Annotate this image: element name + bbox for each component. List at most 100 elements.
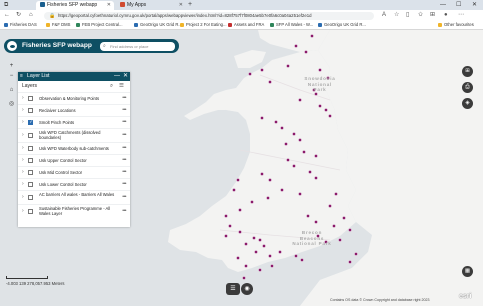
smolt-pinch-point-marker[interactable] bbox=[280, 126, 284, 130]
layer-more-icon[interactable]: ••• bbox=[122, 155, 126, 166]
smolt-pinch-point-marker[interactable] bbox=[348, 260, 352, 264]
layer-row[interactable]: › Usk WFD Catchments (dissolved boundari… bbox=[18, 128, 130, 142]
layer-checkbox[interactable] bbox=[28, 170, 33, 175]
smolt-pinch-point-marker[interactable] bbox=[314, 176, 318, 180]
layer-checkbox[interactable] bbox=[28, 158, 33, 163]
smolt-pinch-point-marker[interactable] bbox=[244, 264, 248, 268]
tab-close-icon[interactable]: ✕ bbox=[107, 1, 111, 10]
layer-checkbox[interactable] bbox=[28, 133, 33, 138]
layer-checkbox[interactable] bbox=[28, 108, 33, 113]
collections-icon[interactable]: ⊞ bbox=[430, 10, 435, 21]
layer-checkbox[interactable] bbox=[28, 195, 33, 200]
expand-chevron-icon[interactable]: › bbox=[22, 143, 24, 154]
favourites-icon[interactable]: ✩ bbox=[418, 10, 423, 21]
expand-chevron-icon[interactable]: › bbox=[22, 155, 24, 166]
smolt-pinch-point-marker[interactable] bbox=[252, 236, 256, 240]
smolt-pinch-point-marker[interactable] bbox=[280, 188, 284, 192]
smolt-pinch-point-marker[interactable] bbox=[334, 192, 338, 196]
layer-more-icon[interactable]: ••• bbox=[122, 191, 126, 204]
search-input[interactable]: ⌕ Find address or place bbox=[100, 41, 175, 51]
layer-row[interactable]: › Sustainable Fisheries Programme - All … bbox=[18, 204, 130, 218]
layer-checkbox-checked[interactable] bbox=[28, 119, 33, 125]
smolt-pinch-point-marker[interactable] bbox=[244, 242, 248, 246]
smolt-pinch-point-marker[interactable] bbox=[258, 268, 262, 272]
smolt-pinch-point-marker[interactable] bbox=[324, 108, 328, 112]
zoom-in-icon[interactable]: + bbox=[7, 62, 16, 71]
tab-my-apps[interactable]: My Apps ✕ bbox=[116, 1, 186, 10]
layer-more-icon[interactable]: ••• bbox=[122, 117, 126, 128]
zoom-out-icon[interactable]: − bbox=[7, 72, 16, 81]
smolt-pinch-point-marker[interactable] bbox=[354, 252, 358, 256]
layer-checkbox[interactable] bbox=[28, 96, 33, 101]
expand-chevron-icon[interactable]: › bbox=[22, 105, 24, 116]
settings-more-icon[interactable]: ⋯ bbox=[458, 10, 464, 21]
smolt-pinch-point-marker[interactable] bbox=[224, 234, 228, 238]
layer-more-icon[interactable]: ••• bbox=[122, 93, 126, 104]
smolt-pinch-point-marker[interactable] bbox=[238, 208, 242, 212]
smolt-pinch-point-marker[interactable] bbox=[286, 158, 290, 162]
layer-more-icon[interactable]: ••• bbox=[122, 143, 126, 154]
bookmark-item-other[interactable]: Other favourites bbox=[438, 21, 474, 29]
smolt-pinch-point-marker[interactable] bbox=[294, 44, 298, 48]
smolt-pinch-point-marker[interactable] bbox=[310, 34, 314, 38]
split-screen-icon[interactable]: ▯ bbox=[406, 10, 409, 21]
smolt-pinch-point-marker[interactable] bbox=[292, 132, 296, 136]
bookmark-item[interactable]: F&F DMS bbox=[46, 21, 70, 29]
smolt-pinch-point-marker[interactable] bbox=[258, 238, 262, 242]
layer-checkbox[interactable] bbox=[28, 146, 33, 151]
bookmark-item[interactable]: SFP All Wales - W... bbox=[270, 21, 313, 29]
measure-icon[interactable]: ◈ bbox=[462, 98, 473, 109]
smolt-pinch-point-marker[interactable] bbox=[342, 216, 346, 220]
smolt-pinch-point-marker[interactable] bbox=[318, 104, 322, 108]
smolt-pinch-point-marker[interactable] bbox=[304, 50, 308, 54]
smolt-pinch-point-marker[interactable] bbox=[298, 192, 302, 196]
layer-row[interactable]: › AC barriers All wales - Barriers All W… bbox=[18, 190, 130, 204]
bookmark-item[interactable]: Assets and FRA bbox=[228, 21, 264, 29]
minimize-icon[interactable]: — bbox=[440, 0, 446, 10]
expand-chevron-icon[interactable]: › bbox=[22, 179, 24, 190]
locate-icon[interactable]: ◎ bbox=[7, 100, 16, 109]
smolt-pinch-point-marker[interactable] bbox=[238, 230, 242, 234]
bookmark-item[interactable]: Fisheries DAS bbox=[4, 21, 37, 29]
smolt-pinch-point-marker[interactable] bbox=[332, 224, 336, 228]
print-icon[interactable]: ⎙ bbox=[462, 82, 473, 93]
expand-chevron-icon[interactable]: › bbox=[22, 117, 24, 128]
smolt-pinch-point-marker[interactable] bbox=[314, 154, 318, 158]
smolt-pinch-point-marker[interactable] bbox=[298, 138, 302, 142]
basemap-gallery-icon[interactable]: ⊞ bbox=[462, 66, 473, 77]
smolt-pinch-point-marker[interactable] bbox=[328, 204, 332, 208]
layer-checkbox[interactable] bbox=[28, 182, 33, 187]
smolt-pinch-point-marker[interactable] bbox=[268, 254, 272, 258]
new-tab-icon[interactable]: + bbox=[188, 0, 192, 10]
layer-more-icon[interactable]: ••• bbox=[122, 179, 126, 190]
layer-options-icon[interactable]: ☰ bbox=[119, 81, 124, 92]
bookmark-item[interactable]: GeoOrigo UK Grid R... bbox=[134, 21, 182, 29]
smolt-pinch-point-marker[interactable] bbox=[278, 250, 282, 254]
smolt-pinch-point-marker[interactable] bbox=[262, 244, 266, 248]
smolt-pinch-point-marker[interactable] bbox=[306, 214, 310, 218]
smolt-pinch-point-marker[interactable] bbox=[294, 254, 298, 258]
layer-row[interactable]: › Usk WFD Waterbody sub-catchments ••• bbox=[18, 142, 130, 154]
smolt-pinch-point-marker[interactable] bbox=[248, 72, 252, 76]
smolt-pinch-point-marker[interactable] bbox=[236, 178, 240, 182]
smolt-pinch-point-marker[interactable] bbox=[348, 228, 352, 232]
smolt-pinch-point-marker[interactable] bbox=[254, 250, 258, 254]
layer-row[interactable]: › Observation & Monitoring Points ••• bbox=[18, 92, 130, 104]
smolt-pinch-point-marker[interactable] bbox=[308, 170, 312, 174]
attribute-table-icon[interactable]: ▦ bbox=[462, 266, 473, 277]
layer-row[interactable]: › Smolt Pinch Points ••• bbox=[18, 116, 130, 128]
search-layers-icon[interactable]: ⌕ bbox=[110, 81, 113, 92]
minimize-panel-icon[interactable]: — bbox=[114, 72, 120, 81]
expand-chevron-icon[interactable]: › bbox=[22, 93, 24, 104]
smolt-pinch-point-marker[interactable] bbox=[284, 142, 288, 146]
layer-checkbox[interactable] bbox=[28, 209, 33, 214]
back-icon[interactable]: ← bbox=[4, 10, 10, 21]
layer-more-icon[interactable]: ••• bbox=[122, 105, 126, 116]
smolt-pinch-point-marker[interactable] bbox=[268, 80, 272, 84]
bookmark-item[interactable]: Project 2 For Eating... bbox=[180, 21, 227, 29]
close-window-icon[interactable]: ✕ bbox=[472, 0, 477, 10]
layer-row[interactable]: › Reclaiver Locations ••• bbox=[18, 104, 130, 116]
refresh-icon[interactable]: ↻ bbox=[16, 10, 21, 21]
layer-more-icon[interactable]: ••• bbox=[122, 129, 126, 142]
smolt-pinch-point-marker[interactable] bbox=[266, 196, 270, 200]
